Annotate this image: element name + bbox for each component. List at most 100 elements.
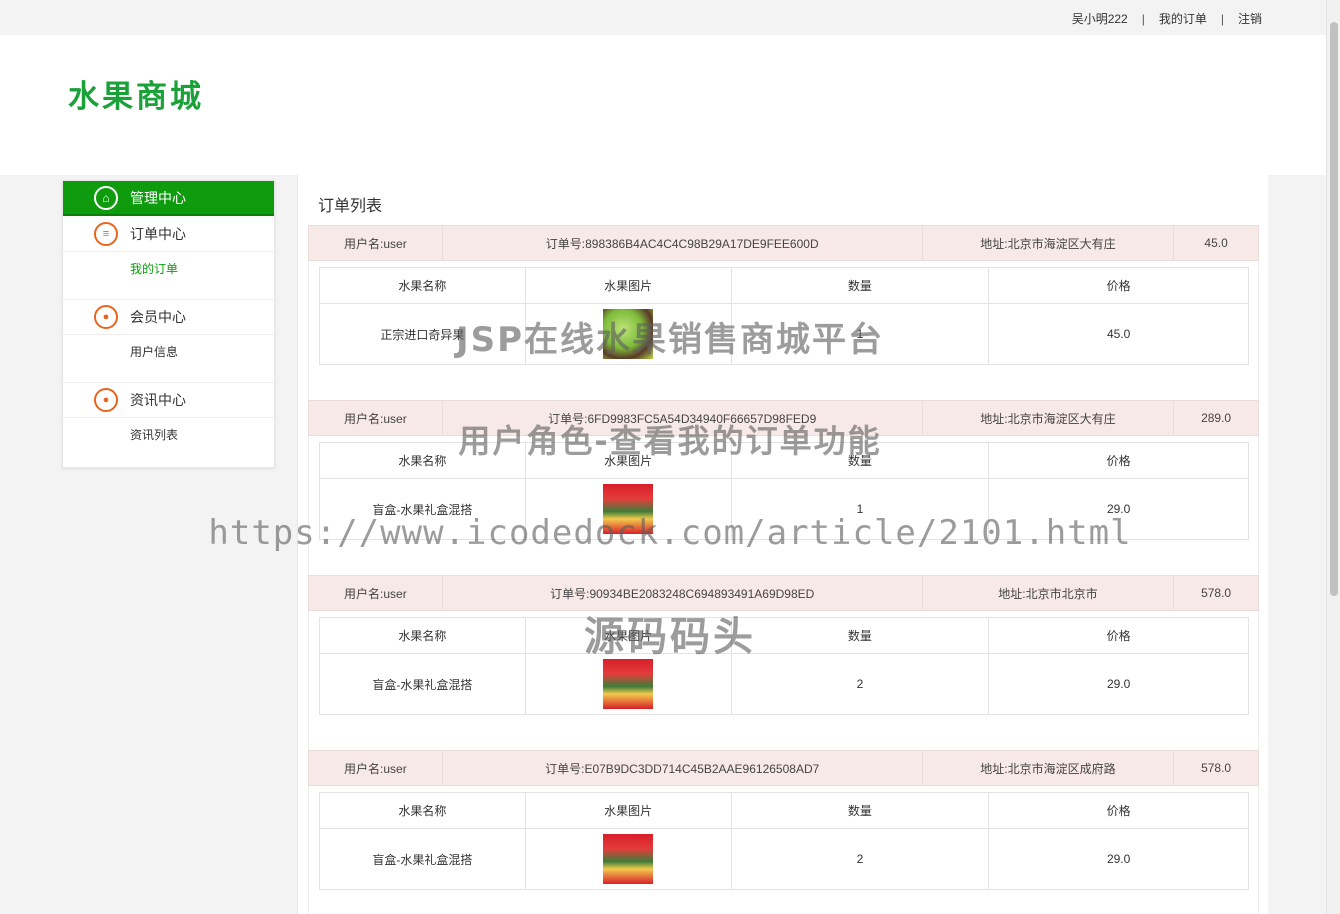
order-card: 用户名:user 订单号:90934BE2083248C694893491A69…: [308, 575, 1259, 751]
main-content: 订单列表 用户名:user 订单号:898386B4AC4C4C98B29A17…: [297, 175, 1268, 914]
col-header-price: 价格: [988, 267, 1249, 304]
col-header-qty: 数量: [730, 267, 990, 304]
sidebar-head-admin[interactable]: ⌂ 管理中心: [63, 181, 274, 216]
order-card: 用户名:user 订单号:6FD9983FC5A54D34940F66657D9…: [308, 400, 1259, 576]
order-header: 用户名:user 订单号:898386B4AC4C4C98B29A17DE9FE…: [308, 225, 1259, 261]
sidebar-item-news-list[interactable]: 资讯列表: [63, 418, 274, 466]
sidebar-section-members[interactable]: ● 会员中心: [63, 299, 274, 335]
sidebar-section-label: 订单中心: [130, 225, 186, 242]
table-header-row: 水果名称 水果图片 数量 价格: [319, 267, 1249, 304]
order-address: 地址:北京市北京市: [923, 576, 1175, 610]
order-number: 订单号:90934BE2083248C694893491A69D98ED: [443, 576, 923, 610]
table-header-row: 水果名称 水果图片 数量 价格: [319, 617, 1249, 654]
item-image-cell: [524, 653, 732, 715]
col-header-qty: 数量: [730, 617, 990, 654]
item-name: 正宗进口奇异果: [319, 303, 526, 365]
page-title: 订单列表: [318, 198, 383, 215]
order-items-table: 水果名称 水果图片 数量 价格 盲盒-水果礼盒混搭 2 29.0: [319, 617, 1249, 715]
kiwi-image[interactable]: [603, 309, 654, 359]
item-price: 29.0: [988, 653, 1249, 715]
user-icon: ●: [94, 305, 118, 329]
col-header-image: 水果图片: [524, 267, 732, 304]
order-user: 用户名:user: [309, 751, 443, 785]
item-image-cell: [524, 303, 732, 365]
top-links: 吴小明222 | 我的订单 | 注销: [1072, 10, 1262, 27]
order-items-table: 水果名称 水果图片 数量 价格 盲盒-水果礼盒混搭 2 29.0: [319, 792, 1249, 890]
sidebar-section-news[interactable]: ● 资讯中心: [63, 382, 274, 418]
order-address: 地址:北京市海淀区大有庄: [923, 226, 1175, 260]
site-header: 水果商城: [0, 35, 1326, 175]
table-header-row: 水果名称 水果图片 数量 价格: [319, 442, 1249, 479]
item-price: 45.0: [988, 303, 1249, 365]
item-name: 盲盒-水果礼盒混搭: [319, 478, 526, 540]
col-header-qty: 数量: [730, 442, 990, 479]
col-header-image: 水果图片: [524, 617, 732, 654]
site-logo[interactable]: 水果商城: [68, 71, 204, 116]
item-name: 盲盒-水果礼盒混搭: [319, 828, 526, 890]
order-body: 水果名称 水果图片 数量 价格 盲盒-水果礼盒混搭 1 29.0: [308, 436, 1259, 576]
col-header-name: 水果名称: [319, 267, 526, 304]
gift-box-image[interactable]: [603, 834, 654, 884]
item-qty: 2: [730, 653, 990, 715]
order-items-table: 水果名称 水果图片 数量 价格 正宗进口奇异果 1 45.0: [319, 267, 1249, 365]
order-body: 水果名称 水果图片 数量 价格 盲盒-水果礼盒混搭 2 29.0: [308, 786, 1259, 914]
item-price: 29.0: [988, 828, 1249, 890]
order-body: 水果名称 水果图片 数量 价格 正宗进口奇异果 1 45.0: [308, 261, 1259, 401]
separator: |: [1141, 11, 1145, 26]
item-name: 盲盒-水果礼盒混搭: [319, 653, 526, 715]
gift-box-image[interactable]: [603, 484, 654, 534]
home-icon: ⌂: [94, 185, 118, 210]
col-header-price: 价格: [988, 442, 1249, 479]
top-bar: 吴小明222 | 我的订单 | 注销: [0, 0, 1326, 35]
col-header-name: 水果名称: [319, 792, 526, 829]
col-header-image: 水果图片: [524, 792, 732, 829]
col-header-name: 水果名称: [319, 442, 526, 479]
col-header-price: 价格: [988, 792, 1249, 829]
col-header-name: 水果名称: [319, 617, 526, 654]
item-image-cell: [524, 828, 732, 890]
col-header-image: 水果图片: [524, 442, 732, 479]
table-row: 盲盒-水果礼盒混搭 2 29.0: [319, 653, 1249, 715]
table-row: 正宗进口奇异果 1 45.0: [319, 303, 1249, 365]
col-header-qty: 数量: [730, 792, 990, 829]
order-number: 订单号:E07B9DC3DD714C45B2AAE96126508AD7: [443, 751, 923, 785]
order-header: 用户名:user 订单号:6FD9983FC5A54D34940F66657D9…: [308, 400, 1259, 436]
order-address: 地址:北京市海淀区大有庄: [923, 401, 1175, 435]
username-link[interactable]: 吴小明222: [1072, 10, 1128, 27]
order-number: 订单号:6FD9983FC5A54D34940F66657D98FED9: [443, 401, 923, 435]
order-total: 289.0: [1201, 411, 1232, 425]
order-total: 578.0: [1201, 586, 1232, 600]
order-total: 45.0: [1204, 236, 1228, 250]
order-header: 用户名:user 订单号:90934BE2083248C694893491A69…: [308, 575, 1259, 611]
table-header-row: 水果名称 水果图片 数量 价格: [319, 792, 1249, 829]
col-header-price: 价格: [988, 617, 1249, 654]
sidebar-item-user-info[interactable]: 用户信息: [63, 335, 274, 382]
sidebar-head-label: 管理中心: [130, 189, 186, 206]
item-image-cell: [524, 478, 732, 540]
separator: |: [1220, 11, 1224, 26]
user-icon: ●: [94, 388, 118, 412]
order-card: 用户名:user 订单号:E07B9DC3DD714C45B2AAE961265…: [308, 750, 1259, 914]
item-qty: 2: [730, 828, 990, 890]
vertical-scrollbar[interactable]: [1326, 0, 1340, 914]
scrollbar-thumb[interactable]: [1330, 22, 1338, 596]
logout-link[interactable]: 注销: [1238, 10, 1262, 27]
order-number: 订单号:898386B4AC4C4C98B29A17DE9FEE600D: [443, 226, 923, 260]
order-address: 地址:北京市海淀区成府路: [923, 751, 1175, 785]
order-body: 水果名称 水果图片 数量 价格 盲盒-水果礼盒混搭 2 29.0: [308, 611, 1259, 751]
my-orders-link[interactable]: 我的订单: [1159, 10, 1207, 27]
order-user: 用户名:user: [309, 576, 443, 610]
sidebar-section-orders[interactable]: ≡ 订单中心: [63, 216, 274, 252]
order-user: 用户名:user: [309, 226, 443, 260]
table-row: 盲盒-水果礼盒混搭 1 29.0: [319, 478, 1249, 540]
item-qty: 1: [730, 303, 990, 365]
order-items-table: 水果名称 水果图片 数量 价格 盲盒-水果礼盒混搭 1 29.0: [319, 442, 1249, 540]
gift-box-image[interactable]: [603, 659, 654, 709]
sidebar-section-label: 会员中心: [130, 309, 186, 325]
sidebar-section-label: 资讯中心: [130, 392, 186, 408]
item-qty: 1: [730, 478, 990, 540]
order-header: 用户名:user 订单号:E07B9DC3DD714C45B2AAE961265…: [308, 750, 1259, 786]
sidebar-item-my-orders[interactable]: 我的订单: [63, 252, 274, 299]
sidebar: ⌂ 管理中心 ≡ 订单中心 我的订单 ● 会员中心 用户信息 ● 资讯中心 资讯…: [62, 180, 275, 468]
document-icon: ≡: [94, 221, 118, 246]
